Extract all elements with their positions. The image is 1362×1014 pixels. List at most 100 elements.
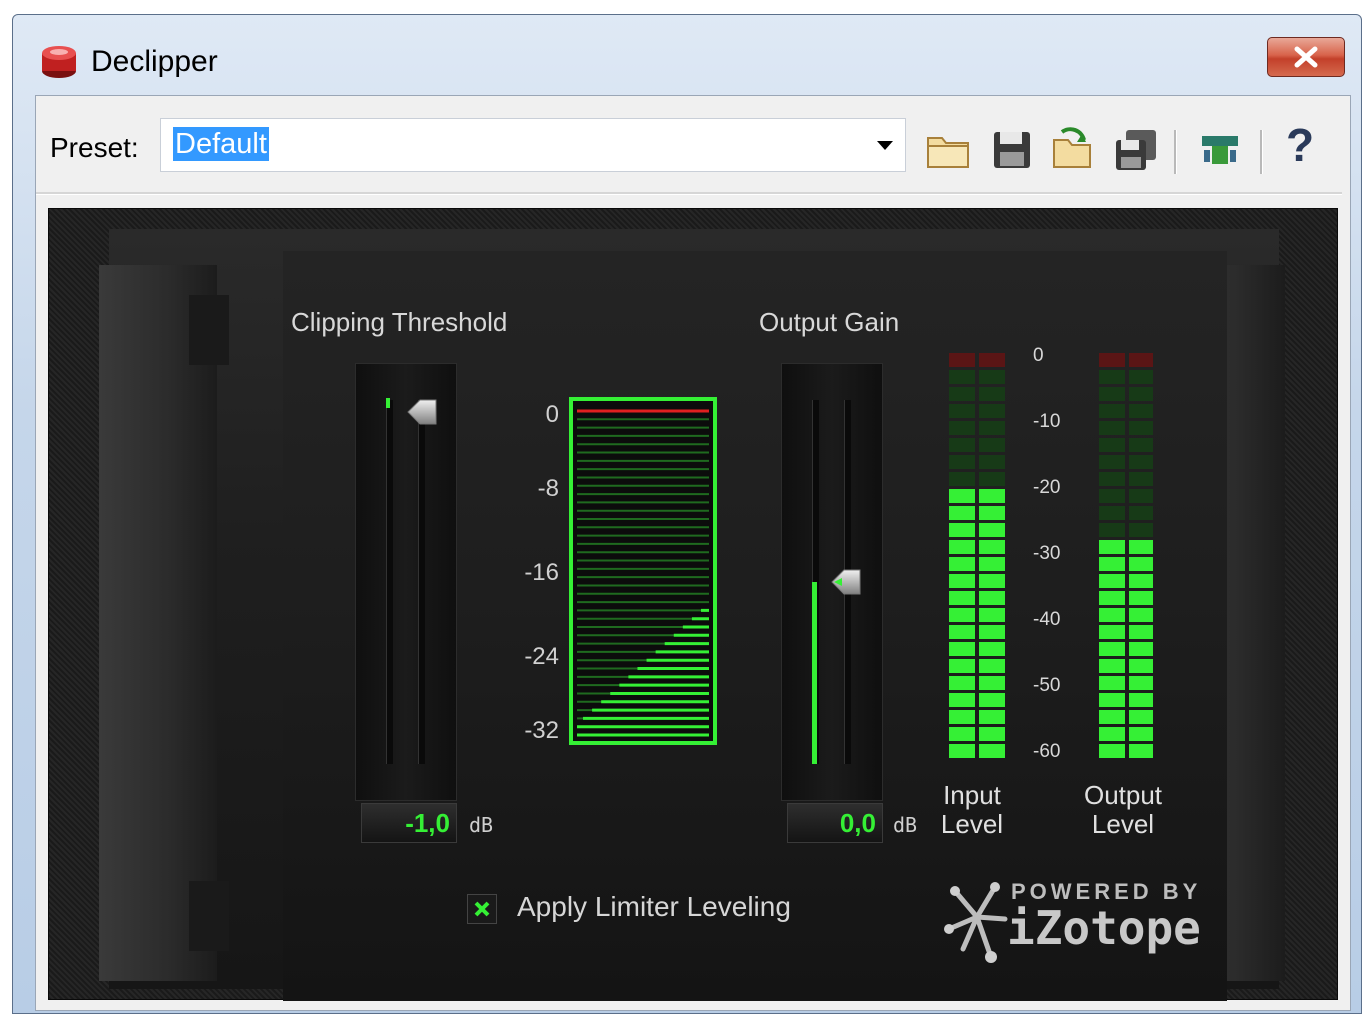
meter-segment	[1099, 557, 1125, 571]
meter-segment	[979, 642, 1005, 656]
window-title: Declipper	[91, 45, 218, 78]
meter-segment	[949, 659, 975, 673]
clipping-threshold-unit: dB	[469, 813, 494, 837]
folder-open-icon[interactable]	[924, 126, 972, 174]
help-icon[interactable]: ?	[1286, 118, 1314, 172]
slider-thumb-icon[interactable]	[406, 398, 438, 426]
meter-segment	[949, 455, 975, 469]
clipping-threshold-slider[interactable]	[355, 363, 457, 801]
meter-segment	[949, 591, 975, 605]
meter-segment	[1129, 540, 1153, 554]
threshold-histogram-display	[569, 397, 717, 745]
output-gain-slider[interactable]	[781, 363, 883, 801]
meter-segment	[1099, 642, 1125, 656]
meter-segment	[1129, 557, 1153, 571]
meter-segment	[979, 455, 1005, 469]
input-level-meter	[949, 353, 1005, 758]
izotope-logo: POWERED BY iZotope	[943, 873, 1213, 969]
routing-icon[interactable]	[1196, 126, 1244, 174]
meter-segment	[1099, 540, 1125, 554]
load-icon[interactable]	[1048, 126, 1096, 174]
meter-segment	[979, 421, 1005, 435]
slider-thumb-icon[interactable]	[830, 568, 862, 596]
meter-segment	[1099, 370, 1125, 384]
meter-segment	[949, 404, 975, 418]
meter-segment	[949, 438, 975, 452]
save-icon[interactable]	[988, 126, 1036, 174]
meter-segment	[949, 370, 975, 384]
apply-limiter-checkbox[interactable]	[467, 894, 497, 924]
meter-segment	[1099, 727, 1125, 741]
preset-value[interactable]: Default	[173, 127, 269, 161]
close-button[interactable]	[1267, 37, 1345, 77]
meter-segment	[1129, 744, 1153, 758]
meter-scale-tick: -10	[1033, 411, 1061, 432]
toolbar-divider	[36, 192, 1342, 195]
clipping-threshold-value[interactable]: -1,0	[361, 803, 457, 843]
meter-segment	[979, 676, 1005, 690]
output-gain-value[interactable]: 0,0	[787, 803, 883, 843]
input-level-label: Input Level	[940, 780, 1004, 839]
meter-scale-tick: -20	[1033, 477, 1061, 498]
plugin-window: Declipper Preset: Default ? Clipping Thr…	[12, 14, 1362, 1014]
meter-segment	[1099, 676, 1125, 690]
preset-combobox[interactable]: Default	[160, 118, 906, 172]
app-icon	[42, 46, 76, 78]
meter-segment	[979, 523, 1005, 537]
meter-segment	[949, 557, 975, 571]
chevron-down-icon[interactable]	[877, 141, 893, 150]
meter-segment	[1129, 608, 1153, 622]
meter-segment	[979, 659, 1005, 673]
meter-segment	[1099, 625, 1125, 639]
preset-label: Preset:	[50, 132, 139, 163]
threshold-tick: 0	[545, 401, 559, 428]
meter-segment	[979, 574, 1005, 588]
close-icon	[1294, 46, 1318, 68]
meter-segment	[1129, 625, 1153, 639]
meter-segment	[979, 353, 1005, 367]
meter-segment	[979, 438, 1005, 452]
meter-segment	[1129, 404, 1153, 418]
meter-segment	[1099, 744, 1125, 758]
meter-segment	[979, 591, 1005, 605]
threshold-tick: -8	[537, 475, 559, 502]
title-bar[interactable]: Declipper	[13, 15, 1361, 97]
meter-segment	[949, 489, 975, 503]
meter-segment	[979, 404, 1005, 418]
meter-segment	[1099, 438, 1125, 452]
meter-segment	[1099, 489, 1125, 503]
meter-segment	[1129, 472, 1153, 486]
meter-scale-tick: -60	[1033, 741, 1061, 762]
meter-segment	[1129, 438, 1153, 452]
meter-segment	[979, 744, 1005, 758]
meter-scale-tick: -30	[1033, 543, 1061, 564]
meter-segment	[1129, 693, 1153, 707]
meter-segment	[949, 710, 975, 724]
checkmark-icon	[474, 901, 490, 917]
meter-scale-tick: -40	[1033, 609, 1061, 630]
output-gain-label: Output Gain	[759, 307, 900, 337]
meter-segment	[979, 710, 1005, 724]
meter-segment	[1129, 370, 1153, 384]
meter-segment	[1129, 387, 1153, 401]
meter-segment	[1099, 659, 1125, 673]
meter-segment	[949, 421, 975, 435]
meter-segment	[1099, 591, 1125, 605]
output-level-meter	[1099, 353, 1153, 758]
meter-segment	[979, 727, 1005, 741]
meter-segment	[1099, 523, 1125, 537]
meter-segment	[1099, 387, 1125, 401]
output-level-label: Output Level	[1083, 780, 1163, 839]
rack-background: Clipping Threshold -1,0 dB 0 -8 -16 -24 …	[99, 229, 1285, 1001]
meter-segment	[979, 608, 1005, 622]
meter-segment	[1099, 455, 1125, 469]
meter-segment	[1129, 523, 1153, 537]
save-as-icon[interactable]	[1112, 126, 1160, 174]
left-rack-rail	[99, 265, 229, 981]
meter-segment	[979, 370, 1005, 384]
meter-segment	[949, 523, 975, 537]
meter-segment	[979, 693, 1005, 707]
meter-segment	[1099, 608, 1125, 622]
meter-segment	[949, 727, 975, 741]
meter-segment	[1129, 455, 1153, 469]
